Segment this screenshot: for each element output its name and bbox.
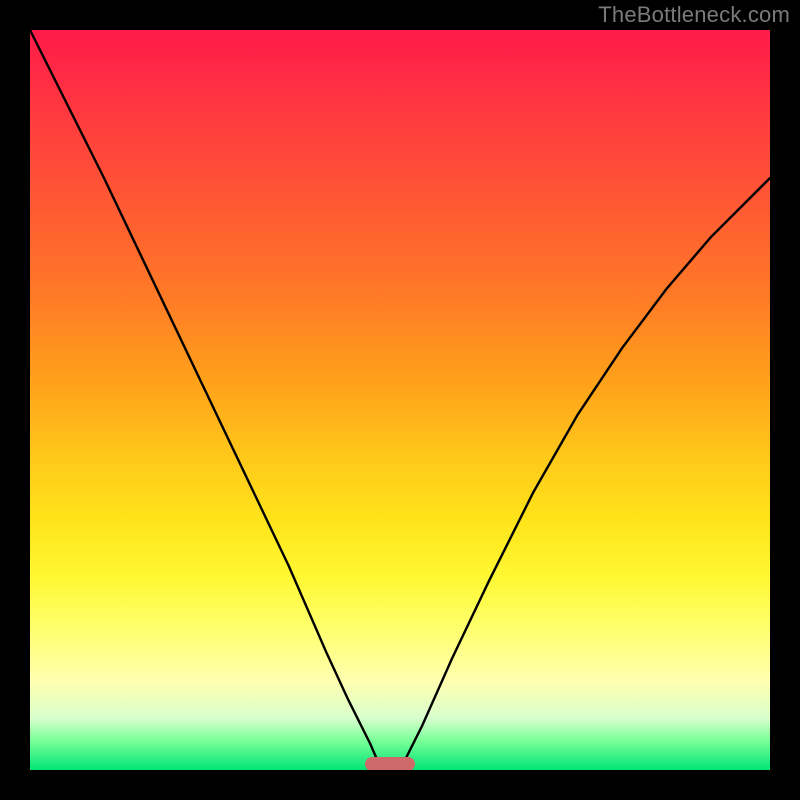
- minimum-marker: [365, 757, 415, 770]
- curve-left-branch: [30, 30, 382, 770]
- curve-right-branch: [400, 178, 770, 770]
- plot-area: [30, 30, 770, 770]
- curve-layer: [30, 30, 770, 770]
- chart-stage: TheBottleneck.com: [0, 0, 800, 800]
- watermark-text: TheBottleneck.com: [598, 2, 790, 28]
